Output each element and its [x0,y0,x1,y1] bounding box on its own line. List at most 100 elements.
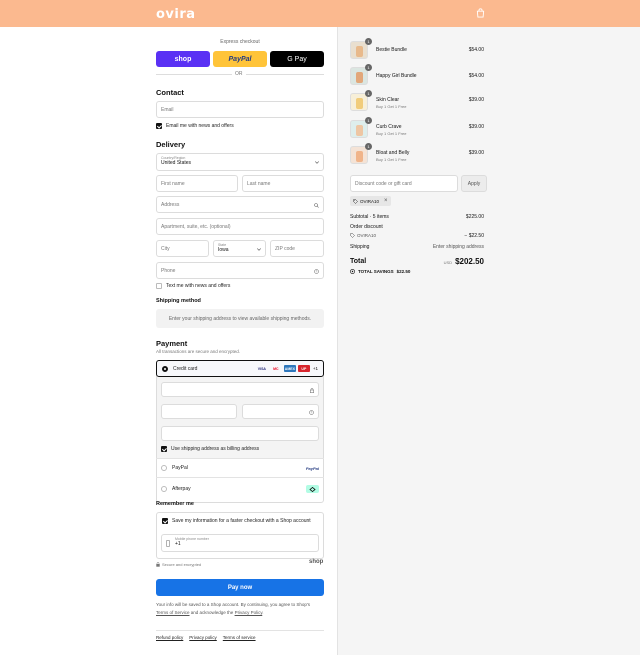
expiration-field[interactable] [161,404,237,419]
security-code-field[interactable]: ? [242,404,319,419]
footer-links: Refund policy Privacy policy Terms of se… [156,635,256,640]
order-discount-label: Order discount [350,224,383,230]
terms-of-service-footer-link[interactable]: Terms of service [223,635,256,640]
applied-discount-tag: OVIRA10 × [350,196,391,206]
apply-button[interactable]: Apply [461,175,487,192]
payment-subtitle: All transactions are secure and encrypte… [156,349,241,354]
legal-text-1: Your info will be saved to a Shop accoun… [156,602,311,607]
shipping-label: Shipping [350,244,370,250]
search-icon [314,203,319,208]
savings-tag-icon [350,269,355,274]
credit-card-radio[interactable] [162,365,168,372]
subtotal-value: $225.00 [465,214,484,220]
city-placeholder: City [161,245,170,252]
paypal-button[interactable]: PayPal [213,51,267,67]
help-icon[interactable]: ? [314,269,319,274]
phone-placeholder: Phone [161,267,176,274]
paypal-option[interactable]: PayPal PayPal [156,459,324,477]
delivery-title: Delivery [156,140,186,149]
order-summary: 1 Bestie Bundle $54.00 1 Happy Girl Bund… [337,27,640,655]
quantity-badge: 1 [365,90,372,97]
product-offer: Buy 1 Get 1 Free [376,104,407,109]
address-field[interactable]: Address [156,196,324,213]
payment-title: Payment [156,339,188,348]
discount-placeholder: Discount code or gift card [355,180,412,187]
mobile-value: +1 [175,541,181,547]
newsletter-checkbox[interactable] [156,123,162,129]
brand-logo[interactable]: ovira [156,7,196,22]
save-info-checkbox[interactable] [162,518,168,524]
shop-logo: shop [309,559,324,565]
afterpay-radio[interactable] [161,486,167,492]
savings-value: $22.50 [396,269,411,274]
sms-checkbox-row[interactable]: Text me with news and offers [156,283,230,289]
newsletter-checkbox-row[interactable]: Email me with news and offers [156,123,234,129]
tag-icon [353,198,358,204]
product-offer: Buy 1 Get 1 Free [376,157,407,162]
afterpay-option[interactable]: Afterpay [156,478,324,500]
total-label: Total [350,258,367,265]
privacy-policy-footer-link[interactable]: Privacy policy [189,635,217,640]
country-value: United States [161,160,192,166]
first-name-field[interactable]: First name [156,175,238,192]
email-field[interactable]: Email [156,101,324,118]
city-field[interactable]: City [156,240,209,257]
shipping-info-text: Enter your shipping address to view avai… [168,315,312,322]
more-cards-count: +1 [312,366,318,371]
terms-of-service-link[interactable]: Terms of Service [156,610,190,615]
sms-checkbox[interactable] [156,283,162,289]
lock-icon [156,562,160,567]
help-icon[interactable]: ? [309,410,314,415]
subtotal-label: Subtotal · 5 items [350,214,389,220]
card-number-field[interactable] [161,382,319,397]
mastercard-icon: MC [273,366,279,371]
paypal-radio[interactable] [161,465,167,471]
paypal-logo: PayPal [305,465,319,471]
product-name: Happy Girl Bundle [376,73,417,79]
chevron-down-icon [257,248,261,251]
billing-checkbox-row[interactable]: Use shipping address as billing address [161,446,259,452]
remove-discount-icon[interactable]: × [384,198,388,204]
phone-field[interactable]: Phone ? [156,262,324,279]
refund-policy-link[interactable]: Refund policy [156,635,183,640]
order-discount-code: OVIRA10 [357,233,377,238]
legal-text: Your info will be saved to a Shop accoun… [156,601,324,617]
svg-text:?: ? [311,411,313,415]
last-name-field[interactable]: Last name [242,175,324,192]
email-placeholder: Email [161,106,174,113]
visa-icon: VISA [257,366,266,371]
checkout-form: Express checkout shop PayPal G Pay OR Co… [0,27,337,655]
bag-icon[interactable] [476,8,485,18]
name-on-card-field[interactable] [161,426,319,441]
svg-text:?: ? [316,270,318,274]
afterpay-logo-icon [306,485,319,493]
discount-code-input[interactable]: Discount code or gift card [350,175,458,192]
unionpay-icon: UP [297,365,310,372]
apartment-field[interactable]: Apartment, suite, etc. (optional) [156,218,324,235]
save-info-checkbox-row[interactable]: Save my information for a faster checkou… [162,518,311,524]
google-pay-button[interactable]: G Pay [270,51,324,67]
save-info-label: Save my information for a faster checkou… [172,518,311,524]
product-price: $54.00 [468,47,484,53]
site-header: ovira [0,0,640,27]
privacy-policy-link[interactable]: Privacy Policy [235,610,263,615]
legal-text-2: and acknowledge the [189,610,235,615]
product-price: $39.00 [468,150,484,156]
zip-placeholder: ZIP code [275,245,295,252]
credit-card-option[interactable]: Credit card VISA MC AMEX UP +1 [156,360,324,377]
pay-now-button[interactable]: Pay now [156,579,324,596]
address-placeholder: Address [161,201,180,208]
state-select[interactable]: State Iowa [213,240,266,257]
shop-pay-button[interactable]: shop [156,51,210,67]
secure-row: Secure and encrypted [156,562,201,567]
mobile-phone-field[interactable]: Mobile phone number +1 [161,534,319,552]
secure-label: Secure and encrypted [162,562,202,567]
billing-checkbox[interactable] [161,446,167,452]
quantity-badge: 1 [365,143,372,150]
product-offer: Buy 1 Get 1 Free [376,131,407,136]
country-select[interactable]: Country/Region United States [156,153,324,171]
zip-field[interactable]: ZIP code [270,240,324,257]
legal-text-3: . [262,610,264,615]
express-checkout-label: Express checkout [220,39,260,45]
product-name: Skin Clear [376,97,400,103]
